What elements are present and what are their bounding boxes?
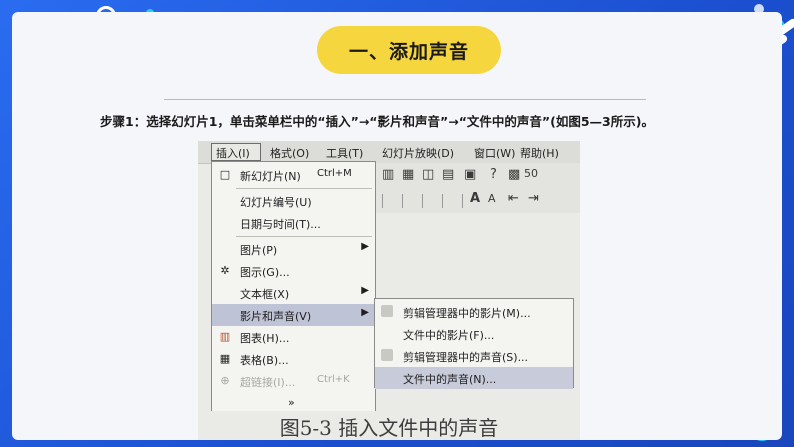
figure-caption: 图5-3 插入文件中的声音 xyxy=(198,411,580,440)
menu-help[interactable]: 帮助(H) xyxy=(520,145,559,161)
menu-item-label: 影片和声音(V) xyxy=(240,310,312,323)
title-divider xyxy=(164,99,646,100)
slide-card: 一、添加声音 步骤1：选择幻灯片1，单击菜单栏中的“插入”→“影片和声音”→“文… xyxy=(12,12,782,440)
menu-item-picture[interactable]: 图片(P) ▶ xyxy=(212,238,375,260)
chart-icon: ▥ xyxy=(219,330,231,343)
menu-tools[interactable]: 工具(T) xyxy=(326,145,363,161)
menu-item-new-slide[interactable]: □ 新幻灯片(N) Ctrl+M xyxy=(212,164,375,186)
font-grow-icon[interactable]: A xyxy=(470,191,480,206)
submenu-arrow-icon: ▶ xyxy=(361,285,369,296)
insert-dropdown: □ 新幻灯片(N) Ctrl+M 幻灯片编号(U) 日期与时间(T)... 图片… xyxy=(211,161,376,425)
menu-item-shortcut: Ctrl+K xyxy=(317,374,350,385)
menu-item-label: 图示(G)... xyxy=(240,266,290,279)
toolbar-separator xyxy=(402,194,403,208)
step-instruction: 步骤1：选择幻灯片1，单击菜单栏中的“插入”→“影片和声音”→“文件中的声音”(… xyxy=(100,114,654,129)
submenu-item-clip-sound[interactable]: 剪辑管理器中的声音(S)... xyxy=(375,345,573,367)
menu-item-label: 幻灯片编号(U) xyxy=(240,196,312,209)
menu-insert[interactable]: 插入(I) xyxy=(216,145,250,161)
submenu-arrow-icon: ▶ xyxy=(361,307,369,318)
submenu-item-label: 文件中的影片(F)... xyxy=(403,329,495,342)
grid-icon[interactable]: ◫ xyxy=(422,167,434,182)
outdent-icon[interactable]: ⇥ xyxy=(528,191,539,206)
menu-item-slide-number[interactable]: 幻灯片编号(U) xyxy=(212,190,375,212)
help-icon[interactable]: ? xyxy=(490,167,497,182)
submenu-item-label: 文件中的声音(N)... xyxy=(403,373,497,386)
menu-item-hyperlink[interactable]: ⊕ 超链接(I)... Ctrl+K xyxy=(212,370,375,392)
menu-separator xyxy=(236,236,372,237)
menu-item-table[interactable]: ▦ 表格(B)... xyxy=(212,348,375,370)
menu-item-label: 文本框(X) xyxy=(240,288,290,301)
color-icon[interactable]: ▩ xyxy=(508,167,520,182)
menu-item-chart[interactable]: ▥ 图表(H)... xyxy=(212,326,375,348)
menu-item-label: 新幻灯片(N) xyxy=(240,170,301,183)
submenu-arrow-icon: ▶ xyxy=(361,241,369,252)
sound-icon xyxy=(381,349,393,361)
menu-item-movies-sounds[interactable]: 影片和声音(V) ▶ xyxy=(212,304,375,326)
font-shrink-icon[interactable]: A xyxy=(488,192,496,205)
table-icon[interactable]: ▦ xyxy=(402,167,414,182)
menu-item-label: 表格(B)... xyxy=(240,354,289,367)
movies-sounds-submenu: 剪辑管理器中的影片(M)... 文件中的影片(F)... 剪辑管理器中的声音(S… xyxy=(374,298,574,389)
diagram-icon: ✲ xyxy=(220,264,230,277)
menu-item-diagram[interactable]: ✲ 图示(G)... xyxy=(212,260,375,282)
menu-item-textbox[interactable]: 文本框(X) ▶ xyxy=(212,282,375,304)
menu-format[interactable]: 格式(O) xyxy=(270,145,309,161)
menu-separator xyxy=(236,188,372,189)
submenu-item-file-sound[interactable]: 文件中的声音(N)... xyxy=(375,367,573,389)
menu-slideshow[interactable]: 幻灯片放映(D) xyxy=(382,145,454,161)
hyperlink-icon: ⊕ xyxy=(220,374,230,387)
submenu-item-file-movie[interactable]: 文件中的影片(F)... xyxy=(375,323,573,345)
submenu-item-label: 剪辑管理器中的影片(M)... xyxy=(403,307,531,320)
picture-icon[interactable]: ▤ xyxy=(442,167,454,182)
zoom-icon[interactable]: ▣ xyxy=(464,167,476,182)
slide-title: 一、添加声音 xyxy=(317,26,501,74)
movie-icon xyxy=(381,305,393,317)
toolbar: ▥ ▦ ◫ ▤ ▣ ? ▩ 50 A A ⇤ ⇥ xyxy=(358,163,580,213)
toolbar-separator xyxy=(462,194,463,208)
toolbar-separator xyxy=(442,194,443,208)
zoom-level[interactable]: 50 xyxy=(524,167,538,180)
chart-icon[interactable]: ▥ xyxy=(382,167,394,182)
submenu-item-label: 剪辑管理器中的声音(S)... xyxy=(403,351,529,364)
menu-item-shortcut: Ctrl+M xyxy=(317,168,352,179)
expand-icon: » xyxy=(288,396,295,409)
toolbar-separator xyxy=(382,194,383,208)
table-icon: ▦ xyxy=(219,352,231,365)
menu-item-label: 图片(P) xyxy=(240,244,278,257)
menu-item-label: 图表(H)... xyxy=(240,332,290,345)
indent-icon[interactable]: ⇤ xyxy=(508,191,519,206)
menu-item-label: 日期与时间(T)... xyxy=(240,218,321,231)
menu-window[interactable]: 窗口(W) xyxy=(474,145,515,161)
menu-screenshot: 插入(I) 格式(O) 工具(T) 幻灯片放映(D) 窗口(W) 帮助(H) ▥… xyxy=(198,141,580,440)
submenu-item-clip-movie[interactable]: 剪辑管理器中的影片(M)... xyxy=(375,301,573,323)
toolbar-separator xyxy=(422,194,423,208)
new-slide-icon: □ xyxy=(219,168,231,181)
menu-item-label: 超链接(I)... xyxy=(240,376,296,389)
menu-item-date-time[interactable]: 日期与时间(T)... xyxy=(212,212,375,234)
